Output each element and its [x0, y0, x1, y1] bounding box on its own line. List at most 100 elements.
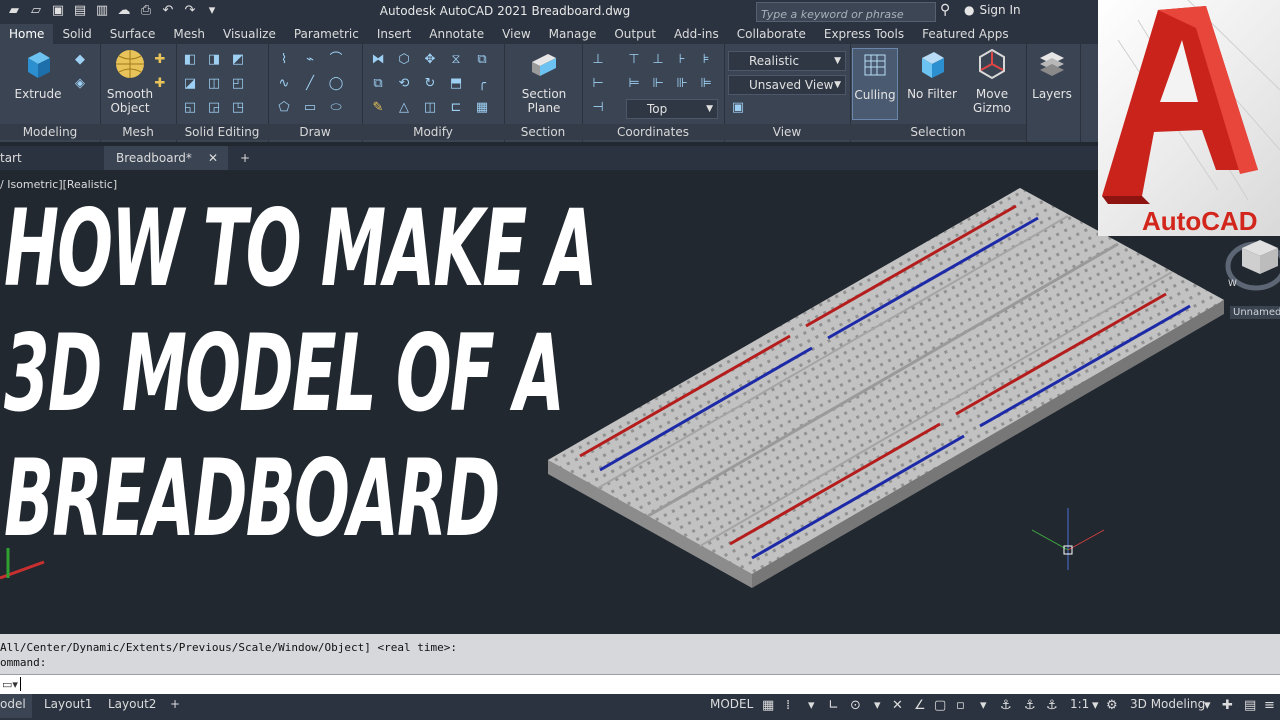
ribbon-tab-manage[interactable]: Manage — [540, 24, 606, 44]
search-icon[interactable]: ⚲ — [940, 2, 950, 18]
helix-icon[interactable]: ⌁ — [302, 52, 318, 68]
ribbon-tab-featured-apps[interactable]: Featured Apps — [913, 24, 1017, 44]
ribbon-tab-express-tools[interactable]: Express Tools — [815, 24, 913, 44]
ribbon-tab-mesh[interactable]: Mesh — [164, 24, 214, 44]
view-direction-dropdown[interactable]: Top ▼ — [626, 99, 718, 119]
layout-tab-layout2[interactable]: Layout2 — [108, 694, 156, 718]
rotate-3d-icon[interactable]: ⟲ — [396, 76, 412, 92]
ribbon-tab-insert[interactable]: Insert — [368, 24, 420, 44]
extrude-button[interactable]: Extrude — [8, 48, 68, 101]
align-icon[interactable]: △ — [396, 100, 412, 116]
copy-icon[interactable]: ⧉ — [370, 76, 386, 92]
scale-icon[interactable]: ⬒ — [448, 76, 464, 92]
isolate-objects-icon[interactable]: ▤ — [1244, 698, 1256, 713]
ucs-face-icon[interactable]: ⊩ — [650, 76, 666, 92]
2d-object-snap-icon[interactable]: ▫ — [956, 698, 965, 713]
ribbon-tab-view[interactable]: View — [493, 24, 539, 44]
mesh-crease-icon[interactable]: ✚ — [152, 76, 168, 92]
ucs-icon[interactable]: ⊥ — [590, 52, 606, 68]
ucs-z-icon[interactable]: ⊦ — [674, 52, 690, 68]
auto-scale-icon[interactable]: ⚓ — [1024, 698, 1036, 713]
extract-edges-icon[interactable]: ◱ — [182, 100, 198, 116]
close-icon[interactable]: ✕ — [208, 146, 218, 170]
circle-icon[interactable]: ◯ — [328, 76, 344, 92]
mirror-icon[interactable]: ⧓ — [370, 52, 386, 68]
ribbon-tab-collaborate[interactable]: Collaborate — [728, 24, 815, 44]
plus-icon[interactable]: ✚ — [1222, 698, 1233, 713]
chevron-down-icon[interactable]: ▾ — [980, 698, 987, 713]
layout-tab-layout1[interactable]: Layout1 — [44, 694, 92, 718]
no-filter-button[interactable]: No Filter — [902, 48, 962, 101]
layers-button[interactable]: Layers — [1022, 48, 1082, 101]
rotate-icon[interactable]: ↻ — [422, 76, 438, 92]
ucs-world-icon[interactable]: ⊧ — [698, 52, 714, 68]
grid-icon[interactable]: ▦ — [762, 698, 774, 713]
spline-icon[interactable]: ∿ — [276, 76, 292, 92]
ucs-3point-icon[interactable]: ⊨ — [626, 76, 642, 92]
3d-mirror-icon[interactable]: ⧖ — [448, 52, 464, 68]
customization-icon[interactable]: ≡ — [1264, 698, 1275, 713]
subtract-icon[interactable]: ◨ — [206, 52, 222, 68]
array-icon[interactable]: ◫ — [422, 100, 438, 116]
ucs-previous-icon[interactable]: ⊫ — [698, 76, 714, 92]
arc-icon[interactable]: ⌒ — [328, 52, 344, 68]
ucs-origin-icon[interactable]: ⊢ — [590, 76, 606, 92]
3d-align-icon[interactable]: ⬡ — [396, 52, 412, 68]
shell-icon[interactable]: ◰ — [230, 76, 246, 92]
imprint-icon[interactable]: ◲ — [206, 100, 222, 116]
box-icon[interactable]: ◆ — [72, 52, 88, 68]
ribbon-tab-parametric[interactable]: Parametric — [285, 24, 368, 44]
chevron-down-icon[interactable]: ▾ — [874, 698, 881, 713]
visual-style-dropdown[interactable]: Realistic ▼ — [728, 51, 846, 71]
polyline-icon[interactable]: ⌇ — [276, 52, 292, 68]
fillet-icon[interactable]: ╭ — [474, 76, 490, 92]
line-icon[interactable]: ╱ — [302, 76, 318, 92]
new-tab-icon[interactable]: + — [240, 146, 250, 170]
ortho-icon[interactable]: ∟ — [828, 698, 839, 713]
stretch-icon[interactable]: ⊏ — [448, 100, 464, 116]
annotation-visibility-icon[interactable]: ⚓ — [1000, 698, 1012, 713]
gear-icon[interactable]: ⚙ — [1106, 698, 1118, 713]
move-icon[interactable]: ✥ — [422, 52, 438, 68]
ribbon-tab-solid[interactable]: Solid — [53, 24, 100, 44]
presspull-icon[interactable]: ◈ — [72, 76, 88, 92]
ribbon-tab-add-ins[interactable]: Add-ins — [665, 24, 728, 44]
fillet-edge-icon[interactable]: ◫ — [206, 76, 222, 92]
isodraft-icon[interactable]: ✕ — [892, 698, 903, 713]
ucs-y-icon[interactable]: ⊥ — [650, 52, 666, 68]
object-snap-tracking-icon[interactable]: ∠ — [914, 698, 926, 713]
intersect-icon[interactable]: ◩ — [230, 52, 246, 68]
ribbon-tab-annotate[interactable]: Annotate — [420, 24, 493, 44]
section-plane-button[interactable]: Section Plane — [514, 48, 574, 115]
viewcube[interactable]: W — [1222, 236, 1280, 296]
add-layout-icon[interactable]: + — [170, 694, 180, 718]
snap-icon[interactable]: ⁞ — [786, 698, 790, 713]
ellipse-icon[interactable]: ⬭ — [328, 100, 344, 116]
culling-button[interactable]: Culling — [852, 48, 898, 120]
ribbon-tab-surface[interactable]: Surface — [101, 24, 165, 44]
offset-icon[interactable]: ⧉ — [474, 52, 490, 68]
polar-icon[interactable]: ⊙ — [850, 698, 861, 713]
viewcube-ucs-menu[interactable]: Unnamed — [1230, 306, 1280, 319]
move-gizmo-button[interactable]: Move Gizmo — [962, 48, 1022, 115]
chevron-down-icon[interactable]: ▾ — [1204, 698, 1211, 713]
polygon-icon[interactable]: ⬠ — [276, 100, 292, 116]
ucs-view-icon[interactable]: ⊣ — [590, 100, 606, 116]
file-tab-breadboard[interactable]: Breadboard* ✕ — [104, 146, 228, 170]
union-icon[interactable]: ◧ — [182, 52, 198, 68]
annotation-scale-icon[interactable]: ⚓ — [1046, 698, 1058, 713]
rectangular-array-icon[interactable]: ▦ — [474, 100, 490, 116]
file-tab-start[interactable]: tart — [0, 146, 22, 170]
slice-icon[interactable]: ◪ — [182, 76, 198, 92]
command-customize-icon[interactable]: ▭▾ — [2, 678, 18, 691]
model-space-toggle[interactable]: MODEL — [710, 694, 753, 718]
named-view-dropdown[interactable]: Unsaved View ▼ — [728, 75, 846, 95]
search-input[interactable]: Type a keyword or phrase — [756, 2, 936, 22]
layout-tab-model[interactable]: odel — [0, 694, 32, 718]
smooth-object-button[interactable]: Smooth Object — [100, 48, 160, 115]
mesh-refine-icon[interactable]: ✚ — [152, 52, 168, 68]
object-snap-icon[interactable]: ▢ — [934, 698, 946, 713]
command-input[interactable]: ▭▾ — [0, 674, 1280, 695]
sign-in-button[interactable]: ● Sign In — [964, 3, 1021, 17]
annotation-scale-value[interactable]: 1:1 — [1070, 694, 1089, 718]
